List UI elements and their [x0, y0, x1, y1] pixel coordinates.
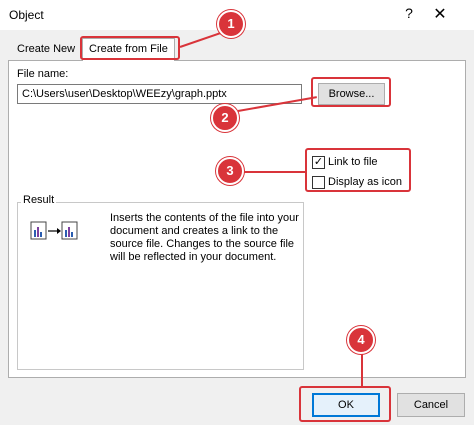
dialog-title: Object	[9, 8, 44, 22]
highlight-ok	[299, 386, 391, 422]
callout-line-4	[361, 354, 363, 386]
help-button[interactable]: ?	[402, 5, 416, 23]
step-badge-1: 1	[217, 10, 245, 38]
file-name-label: File name:	[17, 68, 69, 80]
result-legend: Result	[21, 194, 57, 206]
callout-line-3	[244, 171, 306, 173]
step-badge-3: 3	[216, 157, 244, 185]
close-button[interactable]: ✕	[432, 4, 448, 23]
step-badge-4: 4	[347, 326, 375, 354]
highlight-create-from-file	[80, 36, 180, 60]
link-file-icon	[30, 221, 78, 240]
step-badge-2: 2	[211, 104, 239, 132]
result-description: Inserts the contents of the file into yo…	[110, 212, 299, 263]
highlight-browse	[311, 77, 391, 107]
file-name-input[interactable]	[17, 84, 302, 104]
cancel-button[interactable]: Cancel	[397, 393, 465, 417]
tab-create-new[interactable]: Create New	[11, 40, 81, 60]
highlight-checkboxes	[305, 148, 411, 192]
